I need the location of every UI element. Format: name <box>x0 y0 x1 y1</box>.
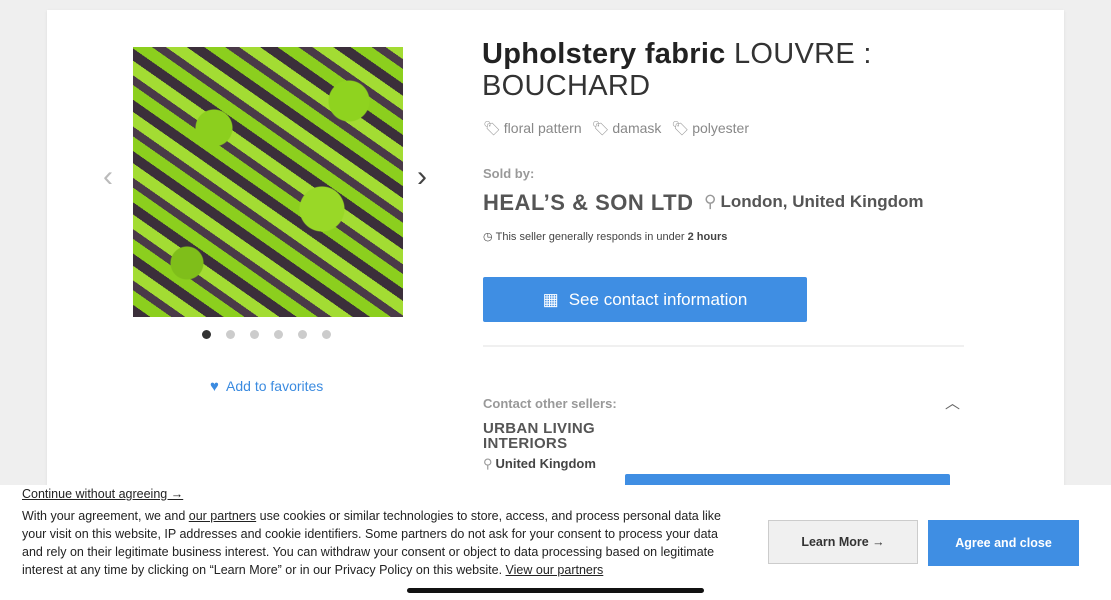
seller-name[interactable]: HEAL’S & SON LTD <box>483 190 694 216</box>
other-sellers-label: Contact other sellers: <box>483 396 617 411</box>
gallery-dot[interactable] <box>322 330 331 339</box>
gallery-dot[interactable] <box>298 330 307 339</box>
chevron-up-icon[interactable]: ︿ <box>945 392 960 413</box>
agree-and-close-button[interactable]: Agree and close <box>928 520 1079 566</box>
product-title: Upholstery fabric LOUVRE : BOUCHARD <box>482 38 982 102</box>
sold-by-label: Sold by: <box>483 166 535 181</box>
calculator-icon: ▦ <box>542 289 559 309</box>
other-seller-location: ⚲ United Kingdom <box>483 456 596 471</box>
tag-list: 🏷︎ floral pattern 🏷︎ damask 🏷︎ polyester <box>483 120 749 137</box>
location-pin-icon: ⚲ <box>704 192 717 211</box>
cookie-banner: Continue without agreeing → With your ag… <box>0 485 1111 600</box>
seller-location: ⚲ London, United Kingdom <box>704 192 924 211</box>
divider <box>483 345 964 347</box>
gallery-dot[interactable] <box>226 330 235 339</box>
tag-item[interactable]: 🏷︎ floral pattern <box>483 120 582 137</box>
chevron-left-icon[interactable]: ‹ <box>103 162 113 192</box>
product-card: ‹ › ♥ Add to favorites Upholstery fabric… <box>47 10 1064 510</box>
home-indicator <box>407 588 704 593</box>
gallery-dots <box>202 330 331 339</box>
other-seller-name[interactable]: URBAN LIVING INTERIORS <box>483 421 613 451</box>
tag-icon: 🏷︎ <box>671 120 690 136</box>
add-to-favorites-link[interactable]: ♥ Add to favorites <box>210 378 323 395</box>
tag-item[interactable]: 🏷︎ polyester <box>671 120 749 137</box>
tag-icon: 🏷︎ <box>591 120 610 136</box>
our-partners-link[interactable]: our partners <box>189 509 256 523</box>
clock-icon: ◷ <box>483 231 493 243</box>
product-image[interactable] <box>133 47 403 317</box>
tag-item[interactable]: 🏷︎ damask <box>592 120 662 137</box>
heart-icon: ♥ <box>210 378 219 395</box>
favorites-label: Add to favorites <box>226 378 324 394</box>
gallery-dot[interactable] <box>202 330 211 339</box>
continue-without-agreeing-link[interactable]: Continue without agreeing → <box>22 487 183 501</box>
see-contact-button[interactable]: ▦ See contact information <box>483 277 807 322</box>
learn-more-button[interactable]: Learn More → <box>768 520 918 564</box>
product-title-bold: Upholstery fabric <box>482 38 726 70</box>
cookie-banner-text: With your agreement, we and our partners… <box>22 509 721 577</box>
chevron-right-icon[interactable]: › <box>417 162 427 192</box>
gallery-dot[interactable] <box>274 330 283 339</box>
view-partners-link[interactable]: View our partners <box>506 563 604 577</box>
location-pin-icon: ⚲ <box>483 456 493 471</box>
tag-icon: 🏷︎ <box>483 120 501 136</box>
response-time-note: ◷ This seller generally responds in under… <box>483 231 728 243</box>
gallery-dot[interactable] <box>250 330 259 339</box>
